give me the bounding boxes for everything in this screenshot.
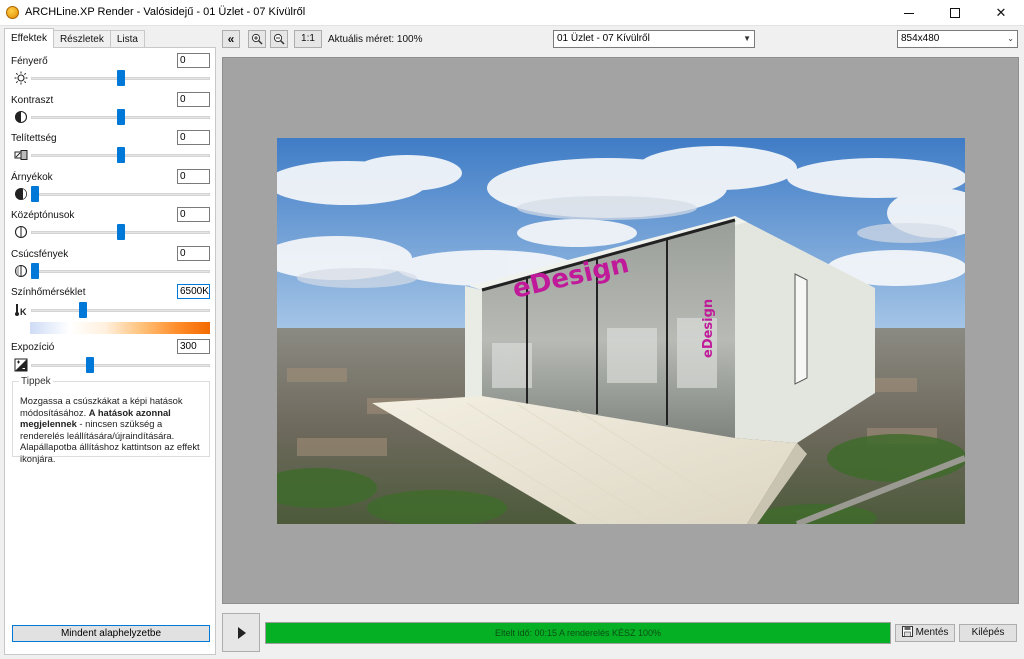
tab-effects[interactable]: Effektek	[4, 28, 54, 48]
shadows-label: Árnyékok	[11, 172, 53, 183]
minimize-button[interactable]	[886, 0, 932, 26]
saturation-label: Telítettség	[11, 133, 57, 144]
saturation-input[interactable]: 0	[177, 130, 210, 145]
color-temperature-slider-track[interactable]	[31, 309, 210, 312]
actual-size-button[interactable]: 1:1	[294, 30, 322, 48]
highlights-slider-thumb[interactable]	[31, 263, 39, 279]
app-icon	[6, 6, 19, 19]
highlights-label: Csúcsfények	[11, 249, 69, 260]
tips-box: Tippek Mozgassa a csúszkákat a képi hatá…	[12, 376, 210, 464]
resolution-select[interactable]: 854x480 ⌄	[897, 30, 1018, 48]
brightness-icon[interactable]	[14, 71, 28, 85]
exposure-slider-thumb[interactable]	[85, 357, 94, 373]
reset-all-button[interactable]: Mindent alaphelyzetbe	[12, 625, 210, 642]
play-icon	[238, 626, 246, 639]
exposure-slider-track[interactable]	[31, 364, 210, 367]
exit-button[interactable]: Kilépés	[959, 624, 1017, 642]
tab-details[interactable]: Részletek	[52, 30, 111, 48]
brightness-label: Fényerő	[11, 56, 48, 67]
brightness-slider-thumb[interactable]	[116, 70, 125, 86]
shadows-input[interactable]: 0	[177, 169, 210, 184]
midtones-label: Középtónusok	[11, 210, 75, 221]
saturation-icon[interactable]	[14, 148, 28, 162]
shadows-slider-track[interactable]	[31, 193, 210, 196]
window-title: ARCHLine.XP Render - Valósidejű - 01 Üzl…	[25, 6, 306, 18]
midtones-icon[interactable]	[14, 225, 28, 239]
progress-text: Eltelt idő: 00:15 A renderelés KÉSZ 100%	[494, 628, 662, 638]
contrast-slider-thumb[interactable]	[116, 109, 125, 125]
highlights-input[interactable]: 0	[177, 246, 210, 261]
save-icon	[901, 626, 913, 637]
highlights-slider-track[interactable]	[31, 270, 210, 273]
shadows-icon[interactable]	[14, 187, 28, 201]
highlights-icon[interactable]	[14, 264, 28, 278]
effects-panel: Effektek Részletek Lista Fényerő 0 Kontr…	[0, 27, 218, 659]
tips-text: Mozgassa a csúszkákat a képi hatások mód…	[20, 395, 200, 464]
exposure-input[interactable]: 300	[177, 339, 210, 354]
minimize-icon	[904, 12, 914, 14]
zoom-in-icon	[251, 33, 263, 45]
contrast-input[interactable]: 0	[177, 92, 210, 107]
collapse-panel-button[interactable]: «	[222, 30, 240, 48]
color-temperature-label: Színhőmérséklet	[11, 287, 86, 298]
color-temperature-slider-thumb[interactable]	[78, 302, 87, 318]
double-chevron-left-icon: «	[227, 32, 235, 46]
panel-tabs: Effektek Részletek Lista	[4, 28, 145, 48]
exposure-icon[interactable]	[14, 358, 28, 372]
svg-text:K: K	[20, 307, 27, 317]
tips-title: Tippek	[19, 376, 53, 387]
title-bar: ARCHLine.XP Render - Valósidejű - 01 Üzl…	[0, 0, 1024, 26]
midtones-input[interactable]: 0	[177, 207, 210, 222]
color-temperature-gradient	[30, 322, 210, 334]
contrast-label: Kontraszt	[11, 95, 54, 106]
exposure-label: Expozíció	[11, 342, 55, 353]
maximize-button[interactable]	[932, 0, 978, 26]
kelvin-icon[interactable]: K	[14, 303, 28, 317]
chevron-down-icon: ⌄	[1007, 34, 1014, 43]
save-button[interactable]: Mentés	[895, 624, 955, 642]
tab-list[interactable]: Lista	[109, 30, 145, 48]
maximize-icon	[950, 8, 960, 18]
render-progress-bar: Eltelt idő: 00:15 A renderelés KÉSZ 100%	[265, 622, 891, 644]
zoom-label: Aktuális méret: 100%	[328, 34, 423, 45]
zoom-out-icon	[273, 33, 285, 45]
zoom-in-button[interactable]	[248, 30, 266, 48]
saturation-slider-thumb[interactable]	[116, 147, 125, 163]
view-select[interactable]: 01 Üzlet - 07 Kívülről ▼	[553, 30, 755, 48]
zoom-out-button[interactable]	[270, 30, 288, 48]
render-viewport[interactable]: eDesign eDesign	[222, 57, 1019, 604]
close-icon: ✕	[995, 5, 1007, 20]
shadows-slider-thumb[interactable]	[31, 186, 39, 202]
render-toolbar: « 1:1 Aktuális méret: 100% 01 Üzlet - 07…	[218, 27, 1024, 51]
brightness-input[interactable]: 0	[177, 53, 210, 68]
dropdown-arrow-icon: ▼	[743, 34, 751, 43]
color-temperature-input[interactable]: 6500K	[177, 284, 210, 299]
render-image: eDesign eDesign	[277, 138, 965, 524]
close-button[interactable]: ✕	[978, 0, 1024, 26]
play-button[interactable]	[222, 613, 260, 652]
contrast-icon[interactable]	[14, 110, 28, 124]
side-sign-text: eDesign	[701, 299, 716, 358]
midtones-slider-thumb[interactable]	[116, 224, 125, 240]
